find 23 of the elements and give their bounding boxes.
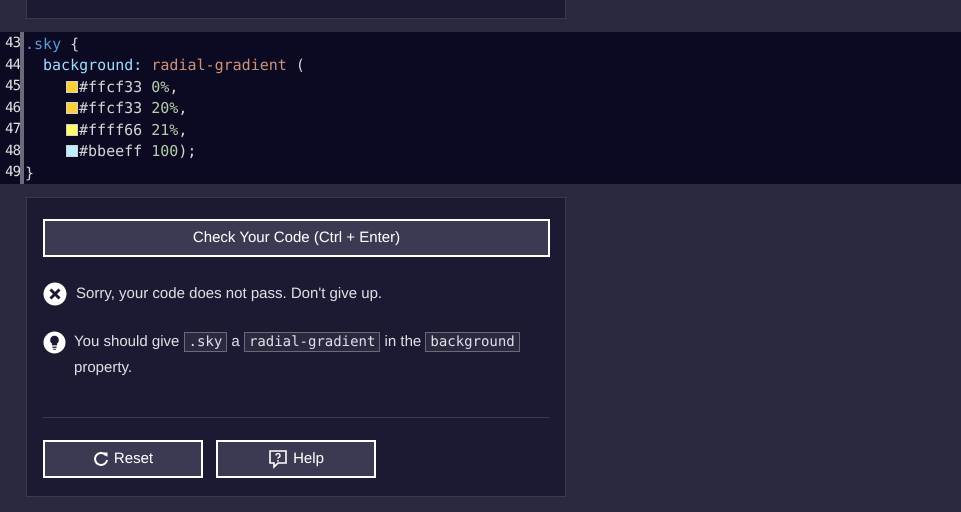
code-line: .sky {: [25, 34, 80, 54]
line-number: 43: [4, 34, 20, 53]
refresh-icon: [92, 451, 109, 467]
help-button[interactable]: Help: [216, 440, 376, 478]
line-number: 47: [4, 120, 20, 139]
question-bubble-icon: [268, 449, 288, 469]
hint-text: You should give .sky a radial-gradient in the background property.: [74, 329, 544, 381]
check-code-button[interactable]: Check Your Code (Ctrl + Enter): [43, 219, 550, 257]
line-number: 44: [4, 56, 20, 74]
line-number: 49: [4, 163, 20, 182]
code-line: #ffcf33 20%,: [79, 98, 188, 119]
code-line: }: [25, 162, 34, 184]
error-icon: [43, 282, 67, 306]
reset-button[interactable]: Reset: [43, 440, 203, 478]
code-line: #ffcf33 0%,: [79, 76, 178, 98]
lightbulb-icon: [43, 331, 66, 354]
line-number: 45: [4, 77, 20, 96]
line-number: 46: [4, 98, 20, 118]
code-line: #bbeeff 100);: [79, 141, 196, 162]
code-line: #ffff66 21%,: [79, 120, 188, 140]
code-line: background: radial-gradient (: [43, 55, 305, 76]
line-number: 48: [4, 142, 20, 160]
error-message: Sorry, your code does not pass. Don't give up.: [76, 284, 382, 304]
